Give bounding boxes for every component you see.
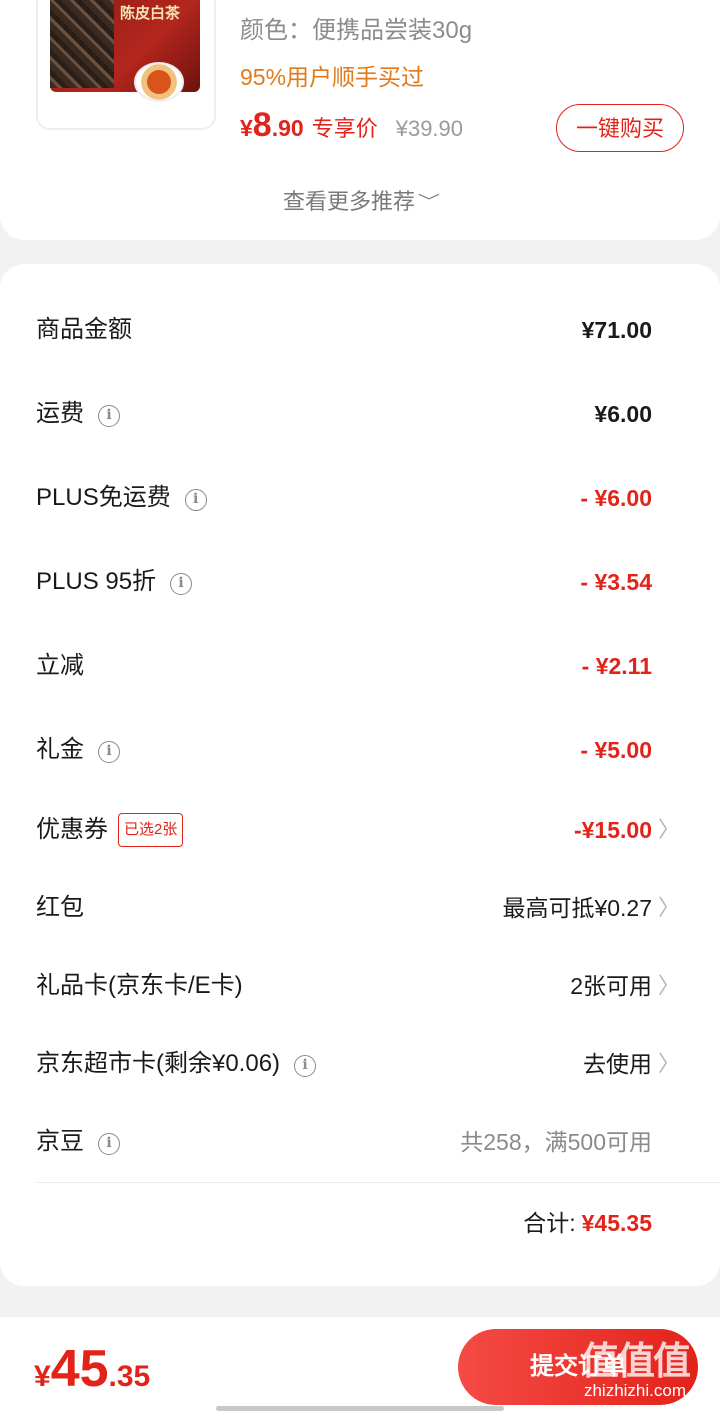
total-label: 合计:: [523, 1210, 576, 1236]
chevron-right-icon: 〉: [657, 1051, 680, 1076]
info-icon[interactable]: i: [98, 1133, 120, 1155]
plus-free-shipping-label: PLUS免运费: [36, 484, 171, 511]
shipping-label: 运费: [36, 400, 84, 427]
see-more-label: 查看更多推荐: [282, 189, 415, 214]
jingdou-label: 京豆: [36, 1128, 84, 1155]
coupon-value: -¥15.00: [573, 817, 652, 843]
supermarket-card-label: 京东超市卡(剩余¥0.06): [36, 1050, 281, 1077]
info-icon[interactable]: i: [170, 573, 193, 595]
home-indicator[interactable]: [216, 1406, 504, 1411]
goods-amount-value: ¥71.00: [581, 317, 652, 343]
exclusive-price-tag: 专享价: [311, 116, 378, 141]
coupon-selected-badge: 已选2张: [118, 813, 184, 847]
row-gift-money: 礼金 i - ¥5.00: [36, 730, 684, 770]
tea-cake-image: [50, 0, 114, 88]
row-instant-cut: 立减 - ¥2.11: [36, 646, 684, 686]
submit-order-button[interactable]: 提交订单: [458, 1329, 698, 1405]
one-click-buy-button[interactable]: 一键购买: [556, 104, 684, 152]
info-icon[interactable]: i: [294, 1055, 317, 1077]
chevron-right-icon: 〉: [657, 895, 680, 920]
gift-money-label: 礼金: [36, 736, 84, 763]
recommend-card: 陈皮白茶 颜色：便携品尝装30g 95%用户顺手买过 ¥8.90 专享价 ¥39.9…: [0, 0, 720, 240]
fee-summary-card: 商品金额 ¥71.00 运费 i ¥6.00 PLUS免运费 i - ¥6.00 P…: [0, 264, 720, 1286]
price-row: ¥8.90 专享价 ¥39.90: [240, 106, 463, 146]
shipping-value: ¥6.00: [594, 401, 652, 427]
product-thumbnail[interactable]: 陈皮白茶: [36, 0, 216, 130]
instant-cut-value: - ¥2.11: [581, 653, 652, 679]
row-plus-discount: PLUS 95折 i - ¥3.54: [36, 562, 684, 602]
instant-cut-label: 立减: [36, 652, 84, 679]
jingdou-value: 共258，满500可用: [460, 1129, 652, 1155]
tea-cup-image: [134, 62, 184, 102]
red-packet-value: 最高可抵¥0.27: [502, 895, 652, 921]
plus-free-shipping-value: - ¥6.00: [580, 485, 652, 511]
chevron-right-icon: 〉: [657, 973, 680, 998]
row-shipping: 运费 i ¥6.00: [36, 394, 684, 434]
supermarket-card-value: 去使用: [583, 1051, 652, 1077]
info-icon[interactable]: i: [98, 405, 120, 427]
row-coupon[interactable]: 优惠券 已选2张 -¥15.00 〉: [36, 810, 684, 850]
original-price: ¥39.90: [395, 116, 464, 141]
bought-rate: 95%用户顺手买过: [240, 64, 425, 90]
gift-money-value: - ¥5.00: [580, 737, 652, 763]
row-supermarket-card[interactable]: 京东超市卡(剩余¥0.06) i 去使用 〉: [36, 1044, 684, 1084]
row-red-packet[interactable]: 红包 最高可抵¥0.27 〉: [36, 888, 684, 928]
total-amount: ¥45.35: [581, 1210, 652, 1236]
bottom-bar: ¥45.35 提交订单: [0, 1316, 720, 1416]
plus-discount-value: - ¥3.54: [580, 569, 652, 595]
info-icon[interactable]: i: [184, 489, 207, 511]
coupon-label: 优惠券: [36, 816, 108, 843]
chevron-right-icon: 〉: [657, 817, 680, 842]
divider: [36, 1182, 720, 1183]
gift-card-value: 2张可用: [570, 973, 652, 999]
product-spec: 颜色：便携品尝装30g: [240, 17, 473, 44]
info-icon[interactable]: i: [98, 741, 120, 763]
pay-amount: ¥45.35: [34, 1340, 151, 1398]
see-more-recommend[interactable]: 查看更多推荐 ﹀: [0, 184, 720, 216]
recommend-price: ¥8.90: [240, 106, 304, 144]
red-packet-label: 红包: [36, 894, 84, 921]
row-jingdou: 京豆 i 共258，满500可用: [36, 1122, 684, 1162]
chevron-down-icon: ﹀: [417, 194, 441, 211]
row-gift-card[interactable]: 礼品卡(京东卡/E卡) 2张可用 〉: [36, 966, 684, 1006]
plus-discount-label: PLUS 95折: [36, 568, 157, 595]
goods-amount-label: 商品金额: [36, 316, 132, 343]
row-goods-amount: 商品金额 ¥71.00: [36, 310, 684, 350]
product-image-brand: 陈皮白茶: [120, 4, 181, 22]
row-plus-free-shipping: PLUS免运费 i - ¥6.00: [36, 478, 684, 518]
gift-card-label: 礼品卡(京东卡/E卡): [36, 972, 243, 999]
total-row: 合计: ¥45.35: [523, 1206, 652, 1240]
